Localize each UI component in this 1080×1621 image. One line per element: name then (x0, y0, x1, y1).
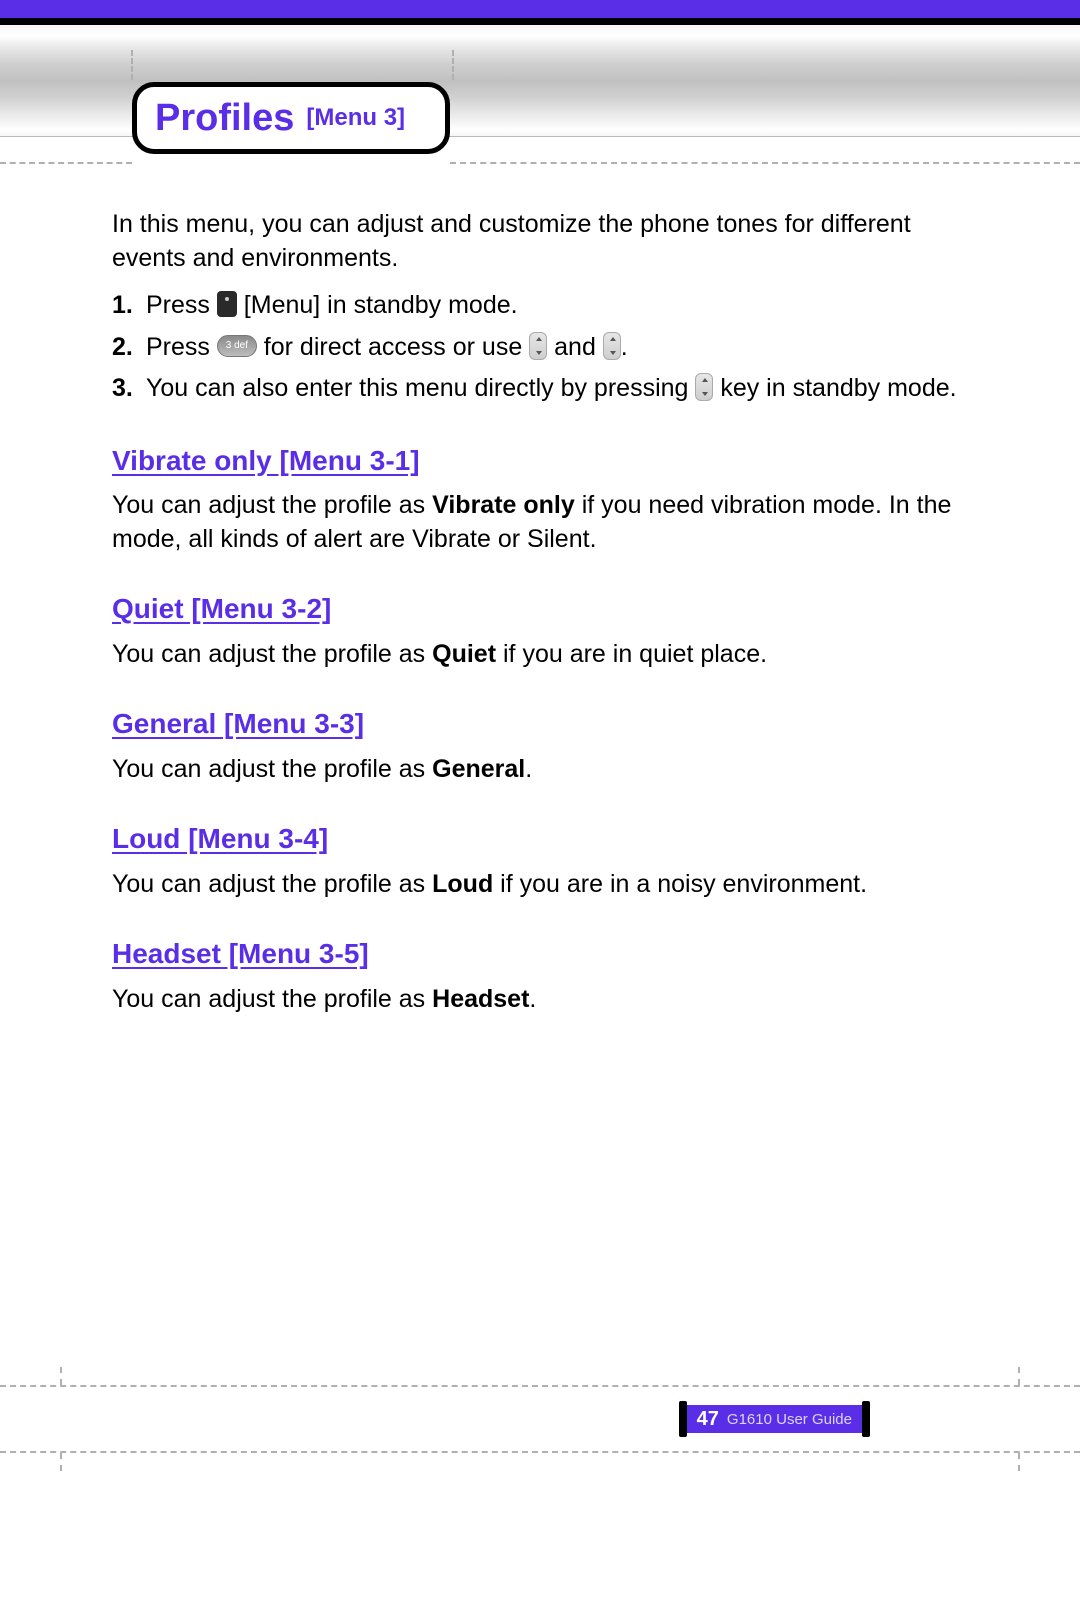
text-run: . (525, 755, 532, 783)
section-text: You can adjust the profile as Headset. (112, 983, 968, 1017)
step-body: Press [Menu] in standby mode. (146, 289, 968, 323)
guide-label: G1610 User Guide (727, 1405, 862, 1433)
footer-dash-frame (0, 1385, 1080, 1453)
text-run: if you are in quiet place. (496, 640, 767, 668)
dash-tick (1018, 1453, 1020, 1471)
top-black-bar (0, 18, 1080, 25)
dash-tick (131, 50, 133, 80)
section-general: General [Menu 3-3] You can adjust the pr… (112, 705, 968, 786)
text-run: You can adjust the profile as (112, 491, 432, 519)
text-bold: Quiet (432, 640, 496, 668)
dash-tick (60, 1367, 62, 1385)
section-heading: Quiet [Menu 3-2] (112, 590, 968, 628)
section-text: You can adjust the profile as Loud if yo… (112, 868, 968, 902)
section-vibrate-only: Vibrate only [Menu 3-1] You can adjust t… (112, 442, 968, 557)
section-loud: Loud [Menu 3-4] You can adjust the profi… (112, 820, 968, 901)
step-text: Press (146, 333, 210, 361)
page-number-badge: 47 G1610 User Guide (679, 1401, 870, 1437)
intro-text: In this menu, you can adjust and customi… (112, 208, 968, 275)
text-run: You can adjust the profile as (112, 985, 432, 1013)
text-run: . (529, 985, 536, 1013)
section-text: You can adjust the profile as Quiet if y… (112, 638, 968, 672)
step-body: You can also enter this menu directly by… (146, 372, 968, 406)
text-bold: Vibrate only (432, 491, 575, 519)
text-run: You can adjust the profile as (112, 640, 432, 668)
steps-list: 1. Press [Menu] in standby mode. 2. Pres… (112, 289, 968, 406)
section-quiet: Quiet [Menu 3-2] You can adjust the prof… (112, 590, 968, 671)
section-heading: Vibrate only [Menu 3-1] (112, 442, 968, 480)
page-number: 47 (687, 1405, 727, 1433)
text-run: You can adjust the profile as (112, 755, 432, 783)
step-text: for direct access or use (257, 333, 529, 361)
dash-line (0, 162, 132, 164)
section-text: You can adjust the profile as General. (112, 753, 968, 787)
dash-tick (1018, 1367, 1020, 1385)
step-text: and (547, 333, 603, 361)
dash-tick (60, 1453, 62, 1471)
menu-key-icon (217, 291, 237, 317)
text-run: if you are in a noisy environment. (493, 870, 867, 898)
text-run: You can adjust the profile as (112, 870, 432, 898)
section-heading: Headset [Menu 3-5] (112, 935, 968, 973)
dash-tick (452, 50, 454, 80)
step-body: Press 3 def for direct access or use and… (146, 331, 968, 365)
section-text: You can adjust the profile as Vibrate on… (112, 489, 968, 556)
nav-key-icon (603, 332, 621, 360)
step-text: key in standby mode. (713, 374, 956, 402)
section-heading: General [Menu 3-3] (112, 705, 968, 743)
dash-line (450, 162, 1080, 164)
step-text: You can also enter this menu directly by… (146, 374, 695, 402)
step-text: . (621, 333, 628, 361)
page-title-sub: [Menu 3] (306, 104, 405, 132)
step-item: 2. Press 3 def for direct access or use … (112, 331, 968, 365)
bracket-icon (679, 1401, 687, 1437)
step-text: Press (146, 291, 217, 319)
text-bold: Loud (432, 870, 493, 898)
nav-key-icon (529, 332, 547, 360)
bracket-icon (862, 1401, 870, 1437)
number-key-icon: 3 def (217, 335, 257, 357)
section-heading: Loud [Menu 3-4] (112, 820, 968, 858)
section-headset: Headset [Menu 3-5] You can adjust the pr… (112, 935, 968, 1016)
nav-key-icon (695, 373, 713, 401)
text-bold: General (432, 755, 525, 783)
top-purple-bar (0, 0, 1080, 18)
step-item: 3. You can also enter this menu directly… (112, 372, 968, 406)
page-title-box: Profiles [Menu 3] (132, 82, 450, 154)
step-number: 3. (112, 372, 146, 406)
page-title-main: Profiles (155, 97, 294, 140)
text-bold: Headset (432, 985, 529, 1013)
step-item: 1. Press [Menu] in standby mode. (112, 289, 968, 323)
step-text: [Menu] in standby mode. (237, 291, 518, 319)
step-number: 1. (112, 289, 146, 323)
step-number: 2. (112, 331, 146, 365)
content-area: In this menu, you can adjust and customi… (112, 208, 968, 1050)
